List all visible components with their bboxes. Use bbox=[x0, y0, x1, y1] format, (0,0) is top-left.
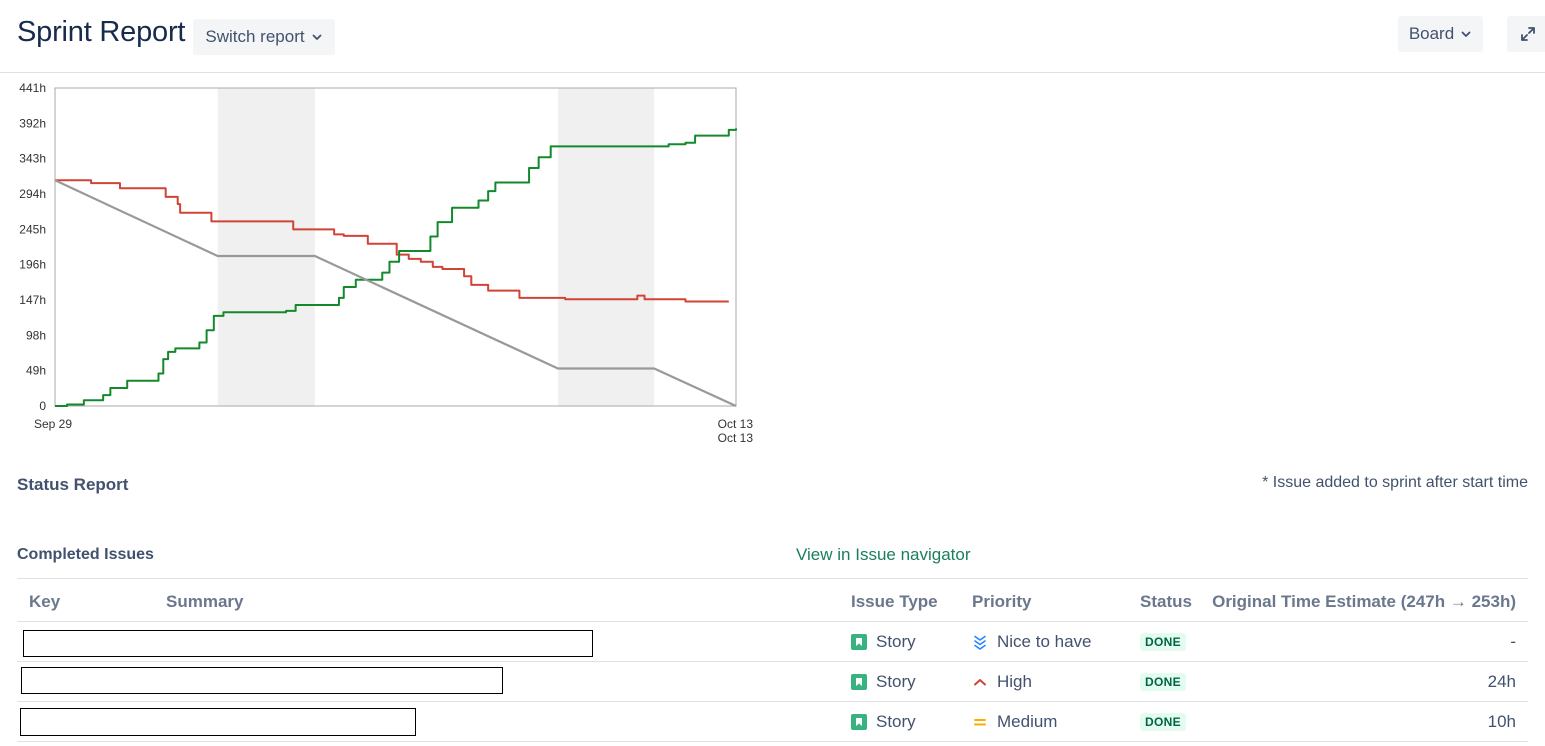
y-tick-label: 196h bbox=[19, 258, 46, 272]
medium-priority-icon bbox=[974, 718, 986, 725]
issue-type-cell: Story bbox=[851, 702, 916, 741]
x-tick-label: Sep 29 bbox=[34, 417, 72, 431]
column-priority[interactable]: Priority bbox=[972, 592, 1032, 612]
x-tick-label: Oct 13 bbox=[718, 417, 754, 431]
board-button[interactable]: Board bbox=[1398, 16, 1483, 52]
priority-label: Nice to have bbox=[997, 631, 1092, 651]
status-badge: DONE bbox=[1140, 672, 1186, 691]
expand-icon bbox=[1521, 27, 1535, 41]
chevron-down-icon bbox=[312, 34, 321, 40]
sprint-added-note: * Issue added to sprint after start time bbox=[1262, 474, 1528, 491]
y-tick-label: 245h bbox=[19, 222, 46, 236]
high-priority-icon bbox=[974, 678, 986, 685]
issue-type-cell: Story bbox=[851, 622, 916, 661]
redacted-block bbox=[21, 667, 503, 694]
column-status[interactable]: Status bbox=[1140, 592, 1192, 612]
fullscreen-button[interactable] bbox=[1507, 16, 1545, 52]
y-tick-label: 98h bbox=[26, 328, 46, 342]
column-key[interactable]: Key bbox=[29, 592, 60, 612]
estimate-cell: 10h bbox=[1487, 711, 1516, 731]
table-row[interactable]: Story Medium DONE 10h bbox=[17, 702, 1528, 742]
page-header: Sprint Report Switch report Board bbox=[0, 0, 1545, 73]
status-report-title: Status Report bbox=[17, 475, 129, 494]
status-cell: DONE bbox=[1140, 622, 1186, 661]
column-summary[interactable]: Summary bbox=[166, 592, 243, 612]
non-working-days-band bbox=[557, 88, 655, 406]
redacted-block bbox=[23, 630, 593, 657]
y-tick-label: 441h bbox=[19, 81, 46, 95]
priority-cell: Medium bbox=[972, 702, 1057, 741]
completed-issues-title: Completed Issues bbox=[17, 546, 154, 563]
non-working-days-band bbox=[217, 88, 315, 406]
y-tick-label: 147h bbox=[19, 293, 46, 307]
status-cell: DONE bbox=[1140, 702, 1186, 741]
issue-type-cell: Story bbox=[851, 662, 916, 701]
chevron-down-icon bbox=[1461, 31, 1471, 37]
table-header: Key Summary Issue Type Priority Status O… bbox=[17, 578, 1528, 622]
redacted-block bbox=[20, 708, 416, 736]
story-icon bbox=[851, 633, 867, 650]
issue-type-label: Story bbox=[876, 631, 916, 651]
issue-type-label: Story bbox=[876, 711, 916, 731]
y-tick-label: 392h bbox=[19, 116, 46, 130]
status-badge: DONE bbox=[1140, 712, 1186, 731]
priority-label: Medium bbox=[997, 711, 1058, 731]
priority-cell: High bbox=[972, 662, 1032, 701]
column-estimate[interactable]: Original Time Estimate (247h → 253h) bbox=[1212, 592, 1516, 612]
story-icon bbox=[851, 673, 867, 690]
estimate-cell: - bbox=[1510, 631, 1516, 651]
y-tick-label: 0 bbox=[39, 399, 46, 413]
x-tick-label: Oct 13 bbox=[718, 431, 754, 445]
issue-type-label: Story bbox=[876, 671, 916, 691]
table-row[interactable]: Story Nice to have DONE - bbox=[17, 622, 1528, 662]
priority-label: High bbox=[997, 671, 1032, 691]
switch-report-label: Switch report bbox=[205, 27, 305, 46]
column-issue-type[interactable]: Issue Type bbox=[851, 592, 938, 612]
y-tick-label: 294h bbox=[19, 187, 46, 201]
view-in-issue-navigator-link[interactable]: View in Issue navigator bbox=[796, 545, 971, 565]
status-badge: DONE bbox=[1140, 632, 1186, 651]
table-row[interactable]: Story High DONE 24h bbox=[17, 662, 1528, 702]
switch-report-button[interactable]: Switch report bbox=[193, 19, 335, 55]
story-icon bbox=[851, 713, 867, 730]
completed-issues-table: Key Summary Issue Type Priority Status O… bbox=[17, 578, 1528, 742]
estimate-cell: 24h bbox=[1487, 671, 1516, 691]
lowest-priority-icon bbox=[974, 635, 986, 650]
page-title: Sprint Report bbox=[17, 16, 186, 48]
priority-cell: Nice to have bbox=[972, 622, 1092, 661]
y-tick-label: 343h bbox=[19, 152, 46, 166]
burndown-chart: 0 49h 98h 147h 196h 245h 294h 343h 392h 441h Sep 2… bbox=[19, 81, 754, 445]
status-cell: DONE bbox=[1140, 662, 1186, 701]
y-tick-label: 49h bbox=[26, 364, 46, 378]
board-label: Board bbox=[1408, 24, 1455, 43]
